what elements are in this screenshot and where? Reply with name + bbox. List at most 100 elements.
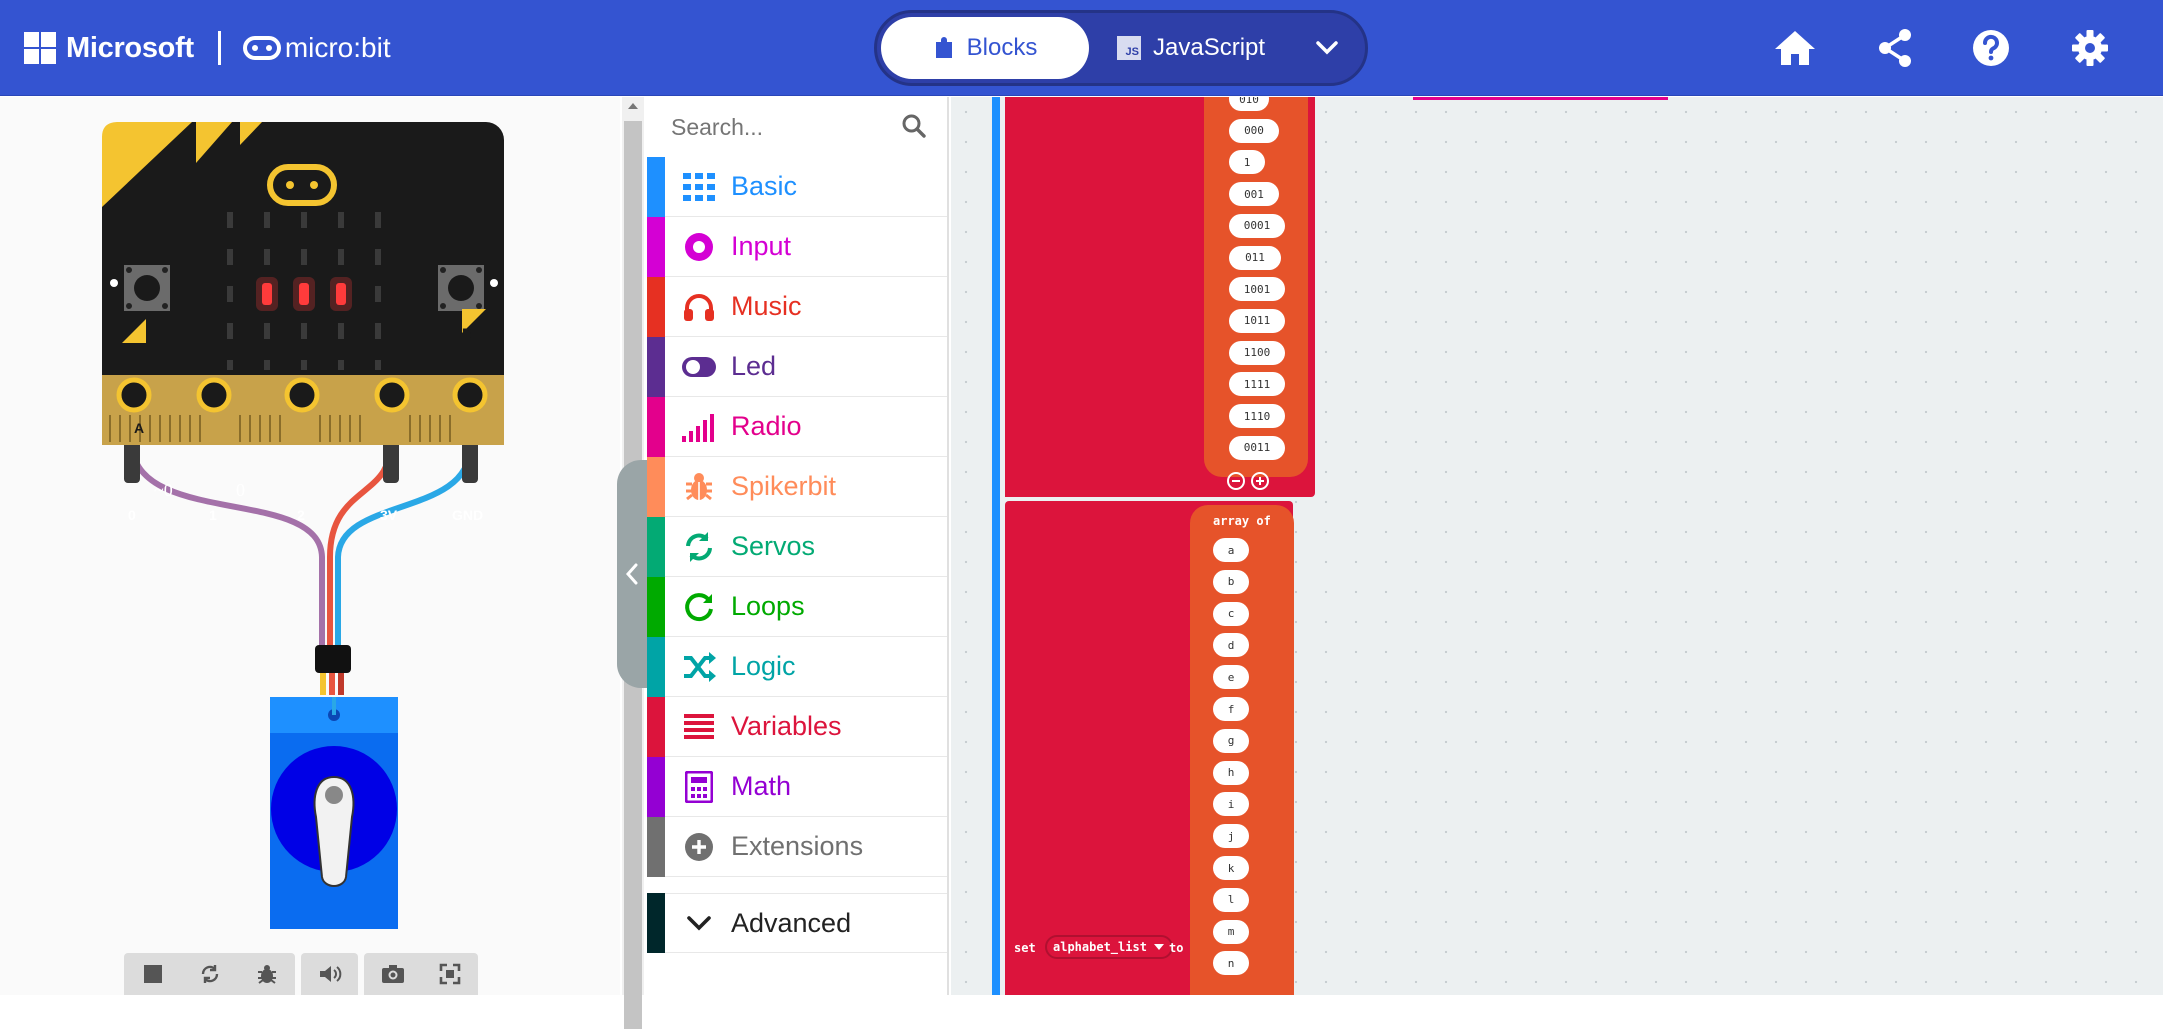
- string-value-pill[interactable]: 1100: [1229, 340, 1285, 365]
- add-item-button[interactable]: [1251, 472, 1269, 490]
- category-color-strip: [647, 696, 665, 757]
- settings-button[interactable]: [2066, 24, 2114, 72]
- pin-1-readout: 0: [236, 480, 245, 500]
- caret-down-icon: [1153, 944, 1164, 950]
- letter-value-pill[interactable]: k: [1213, 856, 1249, 880]
- category-color-strip: [647, 576, 665, 637]
- category-color-strip: [647, 636, 665, 697]
- category-input[interactable]: Input: [647, 216, 947, 277]
- to-label: to: [1169, 941, 1184, 955]
- blocks-mode-button[interactable]: Blocks: [881, 17, 1089, 79]
- string-value-pill[interactable]: 010: [1229, 97, 1269, 111]
- share-button[interactable]: [1871, 24, 1919, 72]
- sim-audio-group: [301, 953, 358, 995]
- category-label: Advanced: [731, 907, 852, 938]
- javascript-mode-button[interactable]: JS JavaScript: [1117, 17, 1297, 79]
- sim-view-group: [364, 953, 478, 995]
- help-button[interactable]: [1967, 24, 2015, 72]
- home-button[interactable]: [1771, 24, 1819, 72]
- category-label: Basic: [731, 171, 798, 201]
- string-value-pill[interactable]: 011: [1229, 245, 1281, 270]
- search-input[interactable]: [671, 113, 891, 141]
- brand[interactable]: Microsoft micro:bit: [24, 28, 391, 68]
- string-value-pill[interactable]: 1001: [1229, 277, 1285, 302]
- string-value-pill[interactable]: 1110: [1229, 404, 1285, 428]
- button-b-label: B: [462, 325, 473, 341]
- blocks-mode-label: Blocks: [966, 34, 1038, 61]
- string-value-pill[interactable]: 1011: [1229, 308, 1285, 333]
- bug-icon: [679, 467, 719, 507]
- button-a[interactable]: [124, 362, 170, 408]
- category-label: Logic: [731, 651, 796, 681]
- letter-value-pill[interactable]: i: [1213, 792, 1249, 817]
- string-value-pill[interactable]: 0001: [1229, 213, 1285, 238]
- list-icon: [679, 707, 719, 747]
- category-color-strip: [647, 216, 665, 277]
- variable-dropdown[interactable]: alphabet_list: [1045, 935, 1173, 959]
- chevron-left-icon: [625, 563, 638, 585]
- category-servos[interactable]: Servos: [647, 516, 947, 577]
- letter-value-pill[interactable]: g: [1213, 728, 1249, 753]
- fullscreen-button[interactable]: [421, 953, 478, 995]
- letter-value-pill[interactable]: n: [1213, 951, 1249, 976]
- button-a-label: A: [134, 420, 145, 436]
- screenshot-button[interactable]: [364, 953, 421, 995]
- collapse-simulator-button[interactable]: [617, 460, 647, 688]
- pin-gnd-label: GND: [452, 507, 484, 523]
- letter-value-pill[interactable]: a: [1213, 538, 1249, 562]
- letter-value-pill[interactable]: l: [1213, 887, 1249, 912]
- letter-value-pill[interactable]: b: [1213, 569, 1249, 594]
- category-label: Loops: [731, 591, 805, 621]
- share-icon: [1879, 29, 1911, 67]
- grid-icon: [679, 167, 719, 207]
- category-label: Spikerbit: [731, 471, 837, 501]
- string-value-pill[interactable]: 1111: [1229, 372, 1285, 397]
- string-value-pill[interactable]: 001: [1229, 182, 1279, 207]
- stop-button[interactable]: [124, 953, 181, 995]
- restart-button[interactable]: [181, 953, 238, 995]
- letter-value-pill[interactable]: j: [1213, 824, 1249, 849]
- category-logic[interactable]: Logic: [647, 636, 947, 697]
- category-led[interactable]: Led: [647, 336, 947, 397]
- letter-value-pill[interactable]: f: [1213, 697, 1249, 721]
- calculator-icon: [679, 767, 719, 807]
- sync-icon: [679, 527, 719, 567]
- button-b[interactable]: [438, 362, 484, 408]
- remove-item-button[interactable]: [1227, 472, 1245, 490]
- letter-value-pill[interactable]: e: [1213, 665, 1249, 690]
- category-variables[interactable]: Variables: [647, 696, 947, 757]
- headphones-icon: [679, 287, 719, 327]
- letter-value-pill[interactable]: c: [1213, 601, 1249, 626]
- category-music[interactable]: Music: [647, 276, 947, 337]
- pink-block-fragment[interactable]: [1413, 97, 1668, 100]
- search-icon[interactable]: [901, 113, 927, 139]
- category-label: Music: [731, 291, 802, 321]
- string-value-pill[interactable]: 0011: [1229, 435, 1285, 460]
- category-math[interactable]: Math: [647, 756, 947, 817]
- gear-icon: [2072, 30, 2108, 66]
- editor-mode-toggle: Blocks JS JavaScript: [874, 10, 1368, 86]
- category-loops[interactable]: Loops: [647, 576, 947, 637]
- chevron-down-icon: [679, 903, 719, 943]
- category-label: Led: [731, 351, 777, 381]
- category-extensions[interactable]: Extensions: [647, 816, 947, 877]
- mute-button[interactable]: [301, 953, 358, 995]
- toggle-icon: [679, 347, 719, 387]
- category-label: Extensions: [731, 831, 864, 861]
- letter-value-pill[interactable]: h: [1213, 760, 1249, 785]
- category-basic[interactable]: Basic: [647, 156, 947, 217]
- debug-button[interactable]: [238, 953, 295, 995]
- string-value-pill[interactable]: 000: [1229, 118, 1279, 143]
- category-label: Variables: [731, 711, 842, 741]
- javascript-mode-label: JavaScript: [1153, 34, 1266, 61]
- category-advanced[interactable]: Advanced: [647, 893, 947, 953]
- category-color-strip: [647, 756, 665, 817]
- home-icon: [1775, 31, 1815, 65]
- letter-value-pill[interactable]: d: [1213, 633, 1249, 658]
- mode-dropdown-button[interactable]: [1307, 31, 1347, 65]
- category-spikerbit[interactable]: Spikerbit: [647, 456, 947, 517]
- blocks-workspace[interactable]: 010 000 1 001 0001 011 1001 1011 1100 1111 1110 001…: [951, 97, 2163, 995]
- category-radio[interactable]: Radio: [647, 396, 947, 457]
- letter-value-pill[interactable]: m: [1213, 919, 1249, 944]
- string-value-pill[interactable]: 1: [1229, 150, 1265, 175]
